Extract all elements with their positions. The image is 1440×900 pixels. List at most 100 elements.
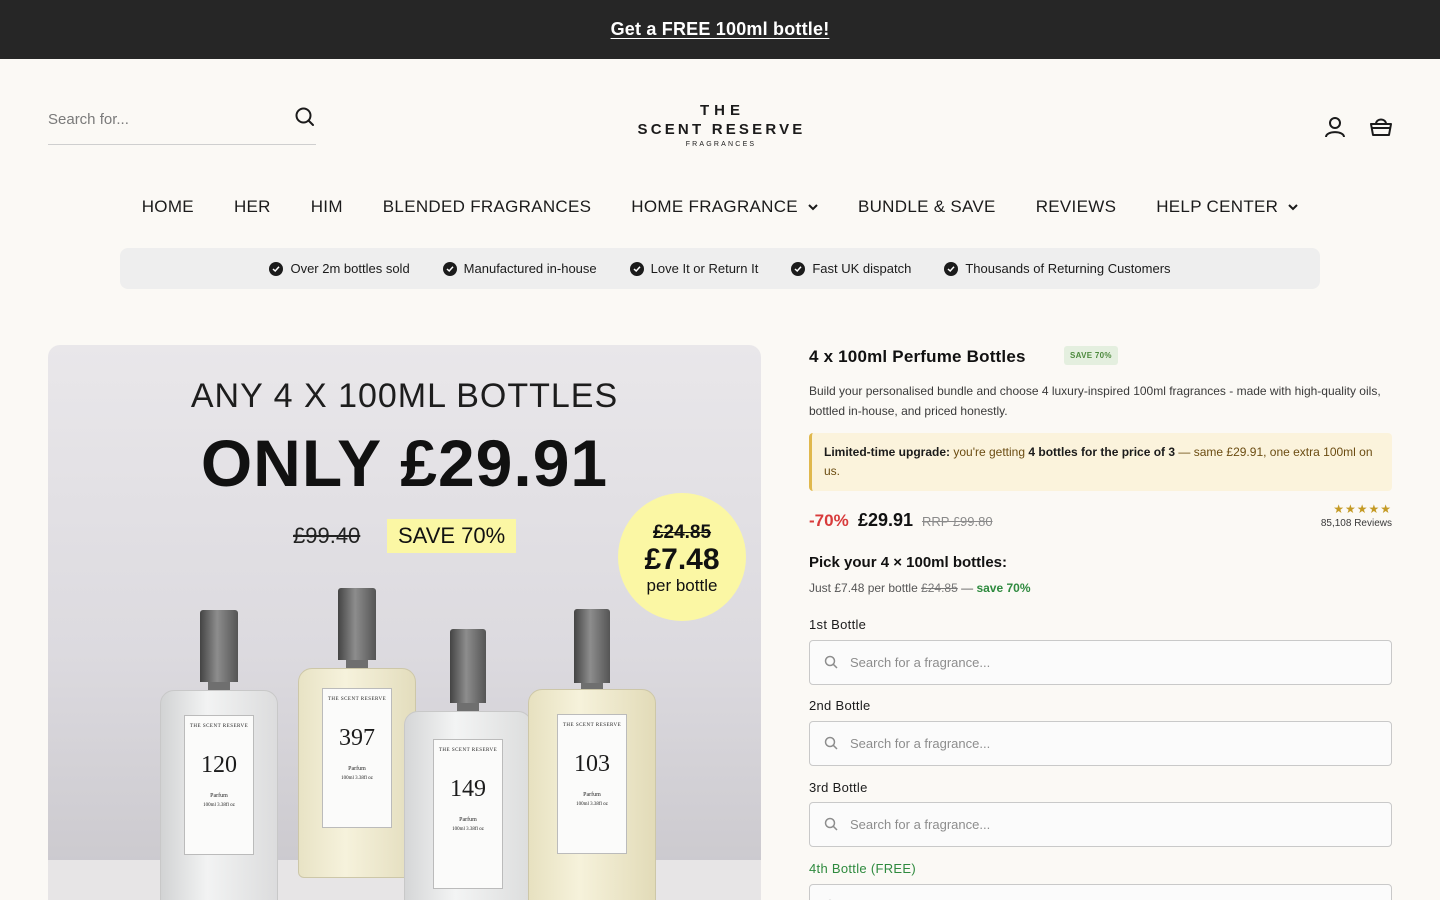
nav-item-reviews[interactable]: REVIEWS — [1036, 192, 1117, 222]
nav-label: HER — [233, 197, 271, 216]
bottle-4-label: 4th Bottle (FREE) — [809, 861, 916, 876]
trust-item: Manufactured in-house — [442, 261, 597, 276]
nav-label: HELP CENTER — [1156, 197, 1279, 216]
badge-old-price: £24.85 — [652, 522, 712, 543]
nav-label: REVIEWS — [1035, 197, 1117, 216]
nav-label: BLENDED FRAGRANCES — [382, 197, 592, 216]
perfume-bottle: THE SCENT RESERVE 120 Parfum 100ml 3.38f… — [160, 610, 278, 900]
bottle-type: Parfum — [210, 793, 228, 799]
announcement-link[interactable]: Get a FREE 100ml bottle! — [611, 19, 830, 40]
nav-item-help-center[interactable]: HELP CENTER — [1156, 192, 1298, 222]
rating-summary[interactable]: ★★★★★ 85,108 Reviews — [1321, 502, 1392, 529]
product-title: 4 x 100ml Perfume Bottles — [809, 347, 1026, 366]
chevron-down-icon — [1288, 203, 1298, 210]
bottle-1-search-input[interactable] — [850, 641, 1370, 684]
check-circle-icon — [791, 261, 806, 276]
bottle-number: 120 — [201, 752, 237, 778]
search-icon — [824, 817, 838, 831]
bottle-type: Parfum — [583, 792, 601, 798]
save-badge: SAVE 70% — [1064, 346, 1118, 365]
bottle-4-search-input[interactable] — [850, 885, 1370, 900]
bottle-brand: THE SCENT RESERVE — [189, 724, 249, 729]
bottle-brand: THE SCENT RESERVE — [562, 723, 622, 728]
nav-label: HOME — [141, 197, 194, 216]
upgrade-text: you're getting — [950, 445, 1029, 459]
bottle-type: Parfum — [348, 766, 366, 772]
nav-item-her[interactable]: HER — [234, 192, 271, 222]
bottle-volume: 100ml 3.38fl oz — [203, 803, 235, 808]
logo-line-2: SCENT RESERVE — [637, 121, 806, 138]
bottle-number: 397 — [339, 725, 375, 751]
upgrade-bold: 4 bottles for the price of 3 — [1028, 445, 1176, 459]
trust-label: Over 2m bottles sold — [290, 261, 410, 276]
upgrade-lead: Limited-time upgrade: — [824, 445, 951, 459]
nav-item-blended-fragrances[interactable]: BLENDED FRAGRANCES — [383, 192, 592, 222]
badge-price: £7.48 — [644, 543, 720, 576]
bottle-number: 149 — [450, 776, 486, 802]
main-nav: HOME HER HIM BLENDED FRAGRANCES HOME FRA… — [0, 192, 1440, 222]
badge-unit: per bottle — [646, 576, 718, 595]
account-button[interactable] — [1323, 115, 1347, 139]
nav-label: BUNDLE & SAVE — [857, 197, 996, 216]
trust-item: Love It or Return It — [629, 261, 759, 276]
bottle-type: Parfum — [459, 817, 477, 823]
bottle-3-search-input[interactable] — [850, 803, 1370, 846]
rrp-price: RRP £99.80 — [922, 514, 993, 529]
account-icon — [1325, 117, 1345, 138]
trust-label: Love It or Return It — [650, 261, 759, 276]
sale-price: £29.91 — [858, 510, 914, 530]
check-circle-icon — [944, 261, 959, 276]
bottle-3-label: 3rd Bottle — [809, 780, 868, 795]
hero-old-price: £99.40 — [293, 523, 361, 548]
bottle-brand: THE SCENT RESERVE — [438, 748, 498, 753]
header-search — [48, 100, 316, 145]
star-rating-icon: ★★★★★ — [1333, 502, 1392, 516]
bottle-2-label: 2nd Bottle — [809, 698, 871, 713]
perfume-bottle: THE SCENT RESERVE 103 Parfum 100ml 3.38f… — [528, 609, 656, 900]
trust-item: Thousands of Returning Customers — [944, 261, 1171, 276]
trust-item: Over 2m bottles sold — [269, 261, 410, 276]
search-input[interactable] — [48, 100, 278, 138]
bottle-2-field — [809, 721, 1392, 766]
search-icon — [824, 736, 838, 750]
site-logo[interactable]: THE SCENT RESERVE FRAGRANCES — [620, 102, 820, 150]
nav-item-home-fragrance[interactable]: HOME FRAGRANCE — [631, 192, 818, 222]
chevron-down-icon — [808, 203, 818, 210]
pick-bottles-heading: Pick your 4 × 100ml bottles: — [809, 554, 1007, 571]
product-hero-image[interactable]: ANY 4 X 100ML BOTTLES ONLY £29.91 £99.40… — [48, 345, 761, 900]
hero-save-badge: SAVE 70% — [387, 519, 517, 553]
bottle-1-label: 1st Bottle — [809, 617, 867, 632]
perfume-bottle: THE SCENT RESERVE 149 Parfum 100ml 3.38f… — [404, 629, 532, 900]
nav-item-bundle-save[interactable]: BUNDLE & SAVE — [858, 192, 996, 222]
logo-line-1: THE — [700, 102, 745, 119]
check-circle-icon — [629, 261, 644, 276]
bottle-volume: 100ml 3.38fl oz — [576, 802, 608, 807]
cart-button[interactable] — [1369, 115, 1393, 139]
discount-percent: -70% — [809, 511, 849, 530]
price-row: -70% £29.91 RRP £99.80 ★★★★★ 85,108 Revi… — [809, 502, 1392, 534]
bottle-brand: THE SCENT RESERVE — [327, 697, 387, 702]
bottle-3-field — [809, 802, 1392, 847]
bottle-2-search-input[interactable] — [850, 722, 1370, 765]
upgrade-notice: Limited-time upgrade: you're getting 4 b… — [809, 433, 1392, 491]
per-bottle-prefix: Just £7.48 per bottle — [809, 581, 922, 595]
cart-basket-icon — [1370, 118, 1392, 136]
bottle-4-field — [809, 884, 1392, 900]
product-description: Build your personalised bundle and choos… — [809, 384, 1381, 418]
search-icon — [295, 107, 314, 126]
per-bottle-dash: — — [957, 581, 977, 595]
per-bottle-price: Just £7.48 per bottle £24.85 — save 70% — [809, 581, 1031, 595]
hero-headline: ANY 4 X 100ML BOTTLES — [190, 377, 619, 415]
trust-bar: Over 2m bottles sold Manufactured in-hou… — [120, 248, 1320, 289]
trust-label: Fast UK dispatch — [812, 261, 912, 276]
logo-line-3: FRAGRANCES — [685, 141, 757, 148]
nav-item-him[interactable]: HIM — [311, 192, 343, 222]
nav-item-home[interactable]: HOME — [142, 192, 194, 222]
check-circle-icon — [269, 261, 284, 276]
per-bottle-save: save 70% — [976, 581, 1031, 595]
nav-label: HIM — [310, 197, 343, 216]
announcement-bar: Get a FREE 100ml bottle! — [0, 0, 1440, 59]
search-icon — [824, 655, 838, 669]
search-button[interactable] — [294, 106, 316, 128]
perfume-bottle: THE SCENT RESERVE 397 Parfum 100ml 3.38f… — [298, 588, 416, 888]
